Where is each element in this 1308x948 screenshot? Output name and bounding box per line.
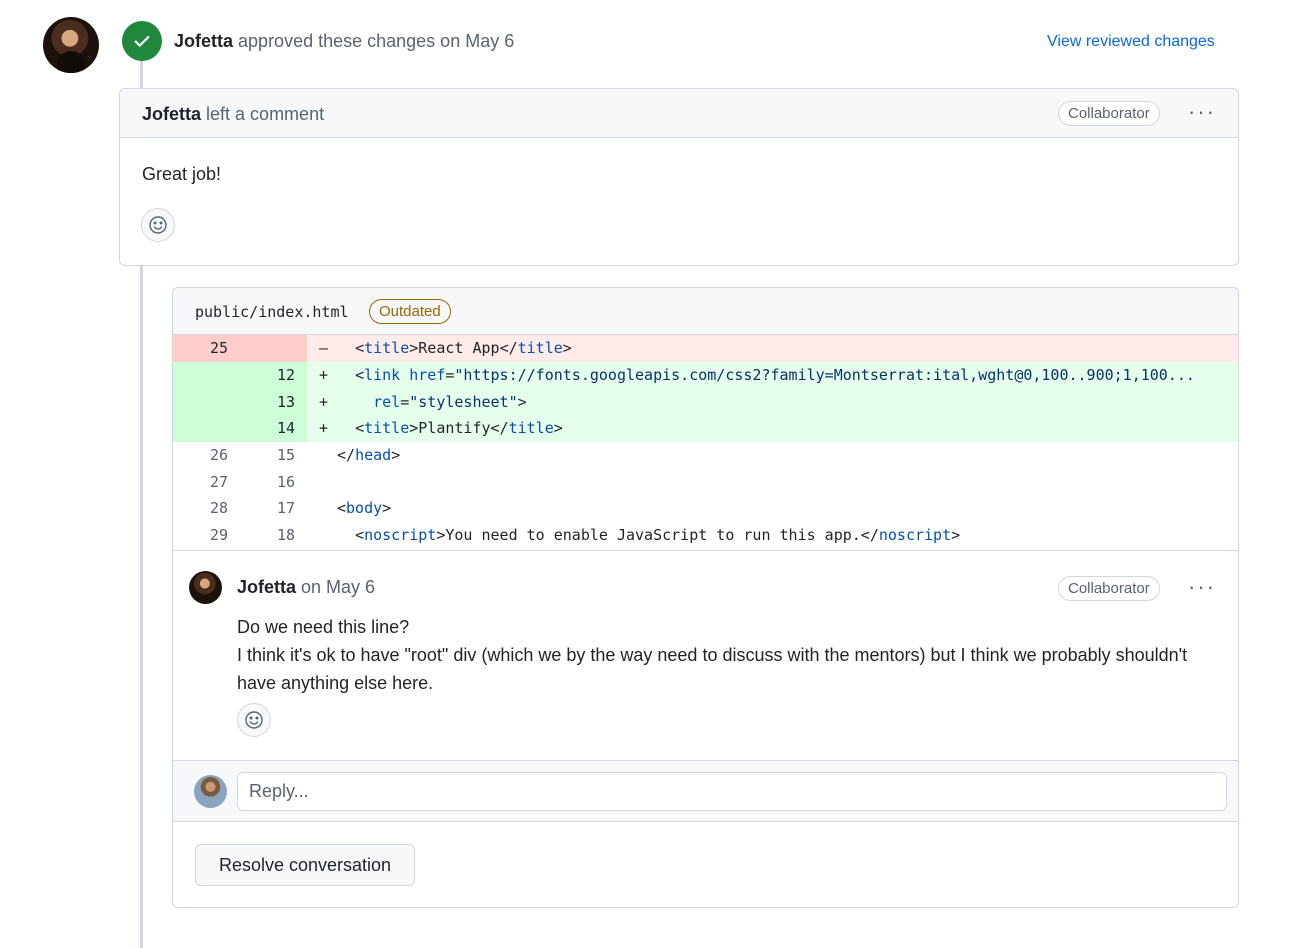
- review-comment-box: Jofetta left a comment Collaborator ··· …: [119, 88, 1239, 266]
- diff-row: 29 18 <noscript>You need to enable JavaS…: [173, 522, 1238, 549]
- approved-check-icon: [122, 21, 162, 61]
- review-thread-file-box: public/index.html Outdated 25 – <title>R…: [172, 287, 1239, 908]
- old-line-number[interactable]: 27: [173, 468, 240, 495]
- comment-author-avatar[interactable]: [189, 571, 222, 604]
- new-line-number[interactable]: [240, 335, 307, 362]
- outdated-badge: Outdated: [369, 299, 451, 324]
- diff-sign: +: [319, 419, 329, 438]
- old-line-number[interactable]: 25: [173, 335, 240, 362]
- comment-header: Jofetta on May 6: [237, 577, 375, 598]
- review-comment-body: Great job!: [142, 164, 222, 184]
- reply-input[interactable]: [237, 772, 1227, 811]
- code-line: </head>: [337, 446, 401, 465]
- review-comment-action: left a comment: [206, 104, 325, 124]
- resolve-conversation-button[interactable]: Resolve conversation: [195, 844, 415, 886]
- file-header: public/index.html Outdated: [173, 288, 1238, 335]
- comment-line: Do we need this line?: [237, 617, 410, 637]
- code-line: <link href="https://fonts.googleapis.com…: [355, 366, 1195, 385]
- old-line-number[interactable]: [173, 388, 240, 416]
- comment-line: I think it's ok to have "root" div (whic…: [237, 645, 1188, 693]
- diff-row: 25 – <title>React App</title>: [173, 335, 1238, 362]
- new-line-number[interactable]: 18: [240, 522, 307, 549]
- old-line-number[interactable]: [173, 361, 240, 389]
- diff-sign: +: [319, 366, 329, 385]
- thread-comment: Jofetta on May 6 Collaborator ··· Do we …: [173, 550, 1238, 760]
- code-line: <body>: [337, 499, 392, 518]
- review-comment-author[interactable]: Jofetta: [142, 104, 201, 124]
- reply-bar: [173, 760, 1238, 822]
- add-reaction-button[interactable]: [141, 208, 175, 242]
- collaborator-badge: Collaborator: [1058, 576, 1160, 601]
- reviewer-avatar[interactable]: [43, 17, 99, 73]
- more-options-icon[interactable]: ···: [1188, 99, 1216, 125]
- new-line-number[interactable]: 16: [240, 468, 307, 495]
- review-comment-header: Jofetta left a comment Collaborator ···: [120, 89, 1238, 138]
- code-line: <title>Plantify</title>: [355, 419, 563, 438]
- comment-author[interactable]: Jofetta: [237, 577, 296, 597]
- new-line-number[interactable]: 15: [240, 442, 307, 469]
- review-event-action: approved these changes on May 6: [238, 31, 515, 51]
- diff-row: 13 + rel="stylesheet">: [173, 388, 1238, 416]
- old-line-number[interactable]: 29: [173, 522, 240, 549]
- old-line-number[interactable]: 28: [173, 495, 240, 522]
- diff-row: 27 16: [173, 468, 1238, 495]
- review-event-author[interactable]: Jofetta: [174, 31, 233, 51]
- new-line-number[interactable]: 14: [240, 415, 307, 442]
- comment-timestamp[interactable]: on May 6: [301, 577, 375, 597]
- add-reaction-button[interactable]: [237, 703, 271, 737]
- diff-sign: +: [319, 392, 329, 411]
- diff-table: 25 – <title>React App</title> 12 + <link…: [173, 335, 1238, 549]
- collaborator-badge: Collaborator: [1058, 101, 1160, 126]
- diff-row: 14 + <title>Plantify</title>: [173, 415, 1238, 442]
- smiley-icon: [149, 216, 167, 234]
- code-line: rel="stylesheet">: [373, 392, 527, 411]
- new-line-number[interactable]: 17: [240, 495, 307, 522]
- new-line-number[interactable]: 12: [240, 361, 307, 389]
- code-line: <noscript>You need to enable JavaScript …: [355, 526, 961, 545]
- diff-row: 28 17 <body>: [173, 495, 1238, 522]
- diff-row: 26 15 </head>: [173, 442, 1238, 469]
- current-user-avatar: [194, 775, 227, 808]
- comment-body: Do we need this line? I think it's ok to…: [237, 613, 1217, 697]
- code-line: <title>React App</title>: [355, 339, 572, 358]
- more-options-icon[interactable]: ···: [1188, 574, 1216, 600]
- diff-row: 12 + <link href="https://fonts.googleapi…: [173, 361, 1238, 389]
- diff-sign: –: [319, 339, 329, 358]
- smiley-icon: [245, 711, 263, 729]
- review-comment-meta: Jofetta left a comment: [142, 104, 324, 125]
- new-line-number[interactable]: 13: [240, 388, 307, 416]
- old-line-number[interactable]: 26: [173, 442, 240, 469]
- view-reviewed-changes-link[interactable]: View reviewed changes: [1047, 33, 1215, 51]
- old-line-number[interactable]: [173, 415, 240, 442]
- review-event-text: Jofetta approved these changes on May 6: [174, 31, 514, 52]
- file-path[interactable]: public/index.html: [195, 303, 349, 321]
